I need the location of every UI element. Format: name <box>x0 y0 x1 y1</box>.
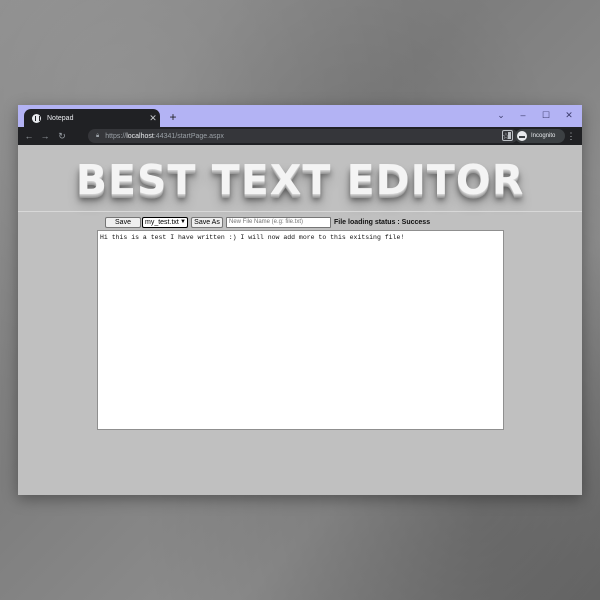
save-button[interactable]: Save <box>105 217 141 228</box>
url-host: localhost <box>126 132 154 140</box>
incognito-icon <box>517 131 527 141</box>
browser-window: Notepad ✕ + ⌄ – ☐ ✕ ← → ↻ 🔒︎ https:// lo… <box>18 105 582 495</box>
back-arrow-icon[interactable]: ← <box>22 129 36 143</box>
maximize-button[interactable]: ☐ <box>535 108 557 122</box>
reload-icon[interactable]: ↻ <box>55 129 69 143</box>
save-as-button[interactable]: Save As <box>191 217 223 228</box>
page-content: BEST TEXT EDITOR Save my_test.txt ▼ Save… <box>18 145 582 495</box>
page-title: BEST TEXT EDITOR <box>75 156 525 204</box>
lock-icon: 🔒︎ <box>96 132 100 139</box>
close-window-button[interactable]: ✕ <box>558 108 580 122</box>
browser-menu-icon[interactable]: ⋮ <box>566 129 576 143</box>
editor-controls: Save my_test.txt ▼ Save As New File Name… <box>105 217 430 228</box>
tab-search-icon[interactable]: ⌄ <box>490 108 512 122</box>
chevron-down-icon: ▼ <box>179 219 186 225</box>
close-tab-icon[interactable]: ✕ <box>146 113 160 124</box>
new-file-name-input[interactable]: New File Name (e.g: file.txt) <box>226 217 331 228</box>
incognito-badge[interactable]: Incognito <box>515 129 565 143</box>
tab-title: Notepad <box>47 114 74 122</box>
editor-textarea[interactable]: Hi this is a test I have written :) I wi… <box>97 230 504 430</box>
file-select[interactable]: my_test.txt ▼ <box>142 217 188 228</box>
url-scheme: https:// <box>105 132 127 140</box>
incognito-label: Incognito <box>531 133 556 139</box>
side-panel-icon[interactable] <box>502 130 513 141</box>
forward-arrow-icon[interactable]: → <box>38 129 52 143</box>
status-text: File loading status : Success <box>334 219 431 226</box>
new-tab-button[interactable]: + <box>166 110 180 124</box>
minimize-button[interactable]: – <box>512 108 534 122</box>
tab-strip: Notepad ✕ + ⌄ – ☐ ✕ <box>18 105 582 127</box>
file-select-value: my_test.txt <box>145 219 179 226</box>
url-path: :44341/startPage.aspx <box>153 132 224 140</box>
divider <box>18 211 582 212</box>
browser-toolbar: ← → ↻ 🔒︎ https:// localhost :44341/start… <box>18 127 582 145</box>
globe-icon <box>32 113 41 123</box>
address-bar[interactable]: 🔒︎ https:// localhost :44341/startPage.a… <box>88 129 518 143</box>
tab-notepad[interactable]: Notepad ✕ <box>24 109 160 127</box>
